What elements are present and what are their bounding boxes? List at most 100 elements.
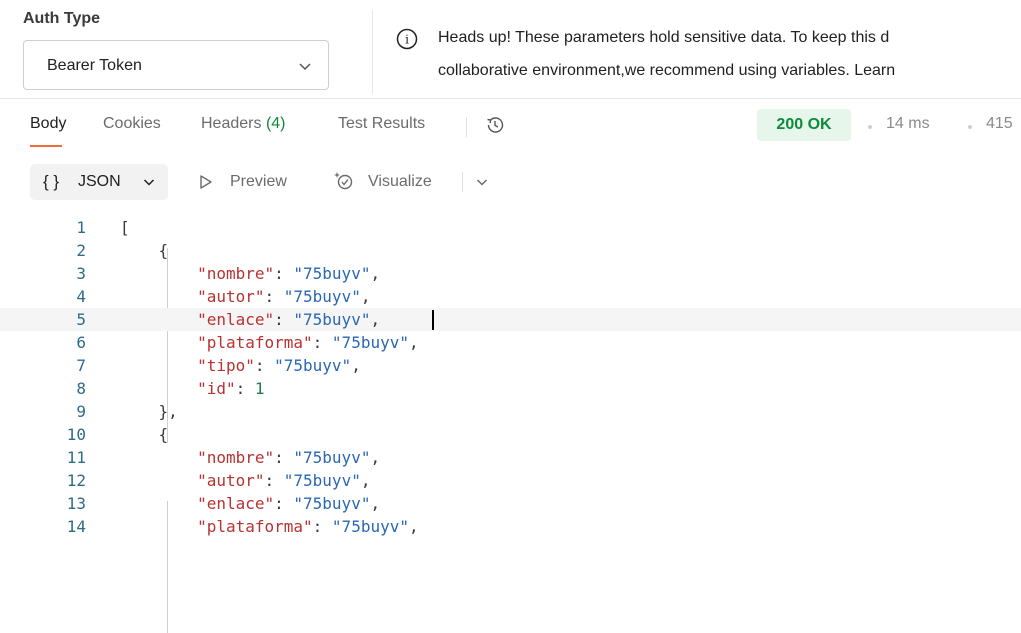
- code-text: "plataforma": "75buyv",: [120, 331, 419, 354]
- section-divider: [0, 98, 1021, 99]
- code-token: "75buyv": [331, 333, 409, 352]
- code-token: "id": [197, 379, 236, 398]
- code-token: :: [312, 333, 332, 352]
- code-token: "autor": [197, 471, 265, 490]
- code-line[interactable]: 2 {: [0, 239, 1021, 262]
- code-line[interactable]: 1[: [0, 216, 1021, 239]
- tab-body[interactable]: Body: [30, 115, 66, 133]
- code-token: "75buyv": [283, 471, 361, 490]
- chevron-down-icon[interactable]: [476, 178, 488, 187]
- code-token: "75buyv": [293, 448, 371, 467]
- code-line[interactable]: 11 "nombre": "75buyv",: [0, 446, 1021, 469]
- code-line[interactable]: 14 "plataforma": "75buyv",: [0, 515, 1021, 538]
- code-token: [: [120, 218, 130, 237]
- code-line[interactable]: 3 "nombre": "75buyv",: [0, 262, 1021, 285]
- code-line[interactable]: 6 "plataforma": "75buyv",: [0, 331, 1021, 354]
- sensitive-data-notice: Heads up! These parameters hold sensitiv…: [438, 29, 890, 46]
- response-size[interactable]: 415: [986, 115, 1013, 133]
- code-text: {: [120, 239, 169, 262]
- code-line[interactable]: 8 "id": 1: [0, 377, 1021, 400]
- code-line[interactable]: 5 "enlace": "75buyv",: [0, 308, 1021, 331]
- code-line[interactable]: 12 "autor": "75buyv",: [0, 469, 1021, 492]
- code-token: {: [158, 241, 169, 260]
- code-token: "75buyv": [274, 356, 352, 375]
- code-text: "enlace": "75buyv",: [120, 308, 380, 331]
- code-token: :: [274, 310, 294, 329]
- code-token: :: [274, 494, 294, 513]
- code-token: {: [158, 425, 169, 444]
- headers-count: (4): [265, 115, 286, 132]
- code-token: "75buyv": [283, 287, 361, 306]
- code-token: "75buyv": [293, 494, 371, 513]
- code-line[interactable]: 7 "tipo": "75buyv",: [0, 354, 1021, 377]
- response-time[interactable]: 14 ms: [886, 115, 930, 133]
- history-icon[interactable]: [484, 114, 506, 136]
- auth-type-select[interactable]: Bearer Token: [23, 40, 329, 90]
- code-token: :: [235, 379, 255, 398]
- code-token: :: [264, 471, 284, 490]
- status-badge[interactable]: 200 OK: [757, 109, 851, 141]
- code-token: "plataforma": [197, 517, 313, 536]
- code-token: "75buyv": [293, 264, 371, 283]
- visualize-button[interactable]: Visualize: [368, 173, 432, 191]
- response-body-editor[interactable]: 1[2 {3 "nombre": "75buyv", 4 "autor": "75…: [0, 214, 1021, 633]
- code-token: "enlace": [197, 494, 275, 513]
- code-token: ,: [408, 517, 419, 536]
- code-text: "nombre": "75buyv",: [120, 446, 380, 469]
- code-text: },: [120, 400, 178, 423]
- code-token: ,: [370, 448, 381, 467]
- line-number: 2: [76, 241, 86, 260]
- visualize-icon[interactable]: [333, 170, 355, 192]
- line-number: 8: [76, 379, 86, 398]
- code-line[interactable]: 9 },: [0, 400, 1021, 423]
- text-cursor: [432, 310, 434, 330]
- code-token: :: [254, 356, 275, 375]
- tab-cookies[interactable]: Cookies: [103, 115, 161, 133]
- chevron-down-icon: [143, 179, 155, 186]
- code-line[interactable]: 4 "autor": "75buyv",: [0, 285, 1021, 308]
- code-token: "enlace": [197, 310, 275, 329]
- code-token: :: [264, 287, 284, 306]
- meta-separator-dot: [968, 125, 972, 129]
- code-token: "nombre": [197, 448, 275, 467]
- preview-icon[interactable]: [199, 174, 213, 190]
- code-token: ,: [370, 264, 381, 283]
- line-number: 1: [76, 218, 86, 237]
- auth-type-value: Bearer Token: [47, 57, 142, 74]
- toolbar-separator: [462, 172, 463, 192]
- code-token: :: [274, 448, 294, 467]
- code-text: "enlace": "75buyv",: [120, 492, 380, 515]
- line-number: 11: [66, 448, 86, 467]
- format-dropdown[interactable]: { } JSON: [30, 164, 168, 200]
- code-token: ,: [408, 333, 419, 352]
- code-text: {: [120, 423, 169, 446]
- line-number: 9: [76, 402, 86, 421]
- svg-text:i: i: [405, 33, 409, 47]
- meta-separator-dot: [868, 125, 872, 129]
- auth-type-label: Auth Type: [23, 10, 101, 27]
- code-line[interactable]: 10 {: [0, 423, 1021, 446]
- code-text: "plataforma": "75buyv",: [120, 515, 419, 538]
- sensitive-data-notice-cont: collaborative environment,we recommend u…: [438, 62, 896, 79]
- code-token: ,: [360, 471, 371, 490]
- tab-headers[interactable]: Headers (4): [201, 115, 286, 133]
- tab-test-results[interactable]: Test Results: [338, 115, 425, 133]
- info-icon: i: [396, 28, 418, 50]
- tab-headers-label: Headers: [201, 115, 262, 132]
- preview-button[interactable]: Preview: [230, 173, 287, 191]
- code-token: "75buyv": [331, 517, 409, 536]
- line-number: 10: [66, 425, 86, 444]
- code-line[interactable]: 13 "enlace": "75buyv",: [0, 492, 1021, 515]
- line-number: 5: [76, 310, 86, 329]
- code-token: :: [274, 264, 294, 283]
- code-token: "plataforma": [197, 333, 313, 352]
- code-token: ,: [370, 494, 381, 513]
